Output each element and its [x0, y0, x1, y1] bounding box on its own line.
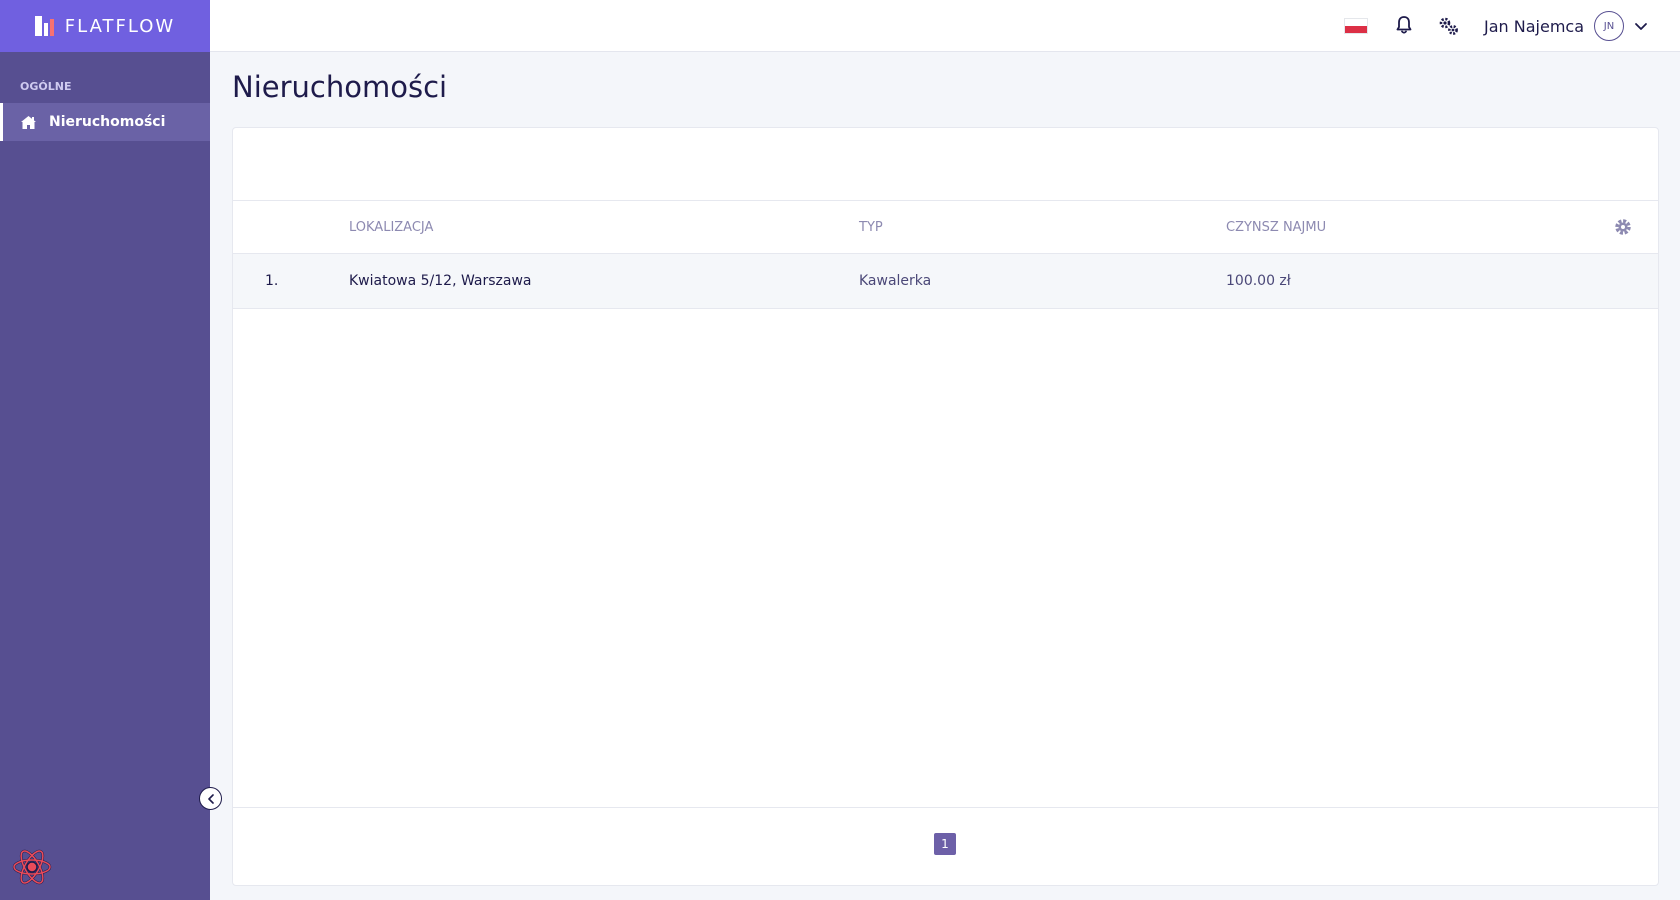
column-header-type[interactable]: TYP [859, 220, 883, 235]
flatflow-logo-icon [34, 16, 55, 36]
avatar: JN [1594, 11, 1624, 41]
home-icon [21, 115, 36, 129]
column-header-rent[interactable]: CZYNSZ NAJMU [1226, 220, 1326, 235]
topbar: Jan Najemca JN [210, 0, 1680, 52]
user-menu[interactable]: Jan Najemca JN [1484, 11, 1648, 41]
bell-icon[interactable] [1393, 14, 1415, 36]
page-title: Nieruchomości [232, 70, 448, 104]
row-index: 1. [265, 273, 279, 289]
table-toolbar [233, 128, 1658, 201]
sidebar-collapse-button[interactable] [199, 787, 222, 810]
table-row[interactable]: 1. Kwiatowa 5/12, Warszawa Kawalerka 100… [233, 254, 1658, 309]
user-name: Jan Najemca [1484, 16, 1584, 36]
chevron-left-icon [207, 793, 214, 804]
sidebar-item-nieruchomosci[interactable]: Nieruchomości [0, 103, 210, 141]
table-header: LOKALIZACJA TYP CZYNSZ NAJMU [233, 201, 1658, 254]
pagination-footer: 1 [233, 807, 1658, 885]
sidebar: FLATFLOW OGÓLNE Nieruchomości [0, 0, 210, 900]
pagination-page-button[interactable]: 1 [934, 833, 956, 855]
row-rent: 100.00 zł [1226, 273, 1291, 289]
row-location: Kwiatowa 5/12, Warszawa [349, 273, 532, 289]
row-type: Kawalerka [859, 273, 932, 289]
properties-table-card: LOKALIZACJA TYP CZYNSZ NAJMU 1. Kwiatowa… [232, 127, 1659, 886]
brand-name: FLATFLOW [64, 15, 176, 37]
settings-gears-icon[interactable] [1437, 14, 1461, 38]
react-devtools-icon[interactable] [12, 848, 52, 886]
poland-flag-icon[interactable] [1344, 18, 1368, 34]
sidebar-item-label: Nieruchomości [49, 114, 166, 130]
brand-header[interactable]: FLATFLOW [0, 0, 210, 52]
chevron-down-icon [1635, 23, 1647, 30]
table-settings-gear-icon[interactable] [1613, 217, 1633, 237]
sidebar-section-label: OGÓLNE [20, 80, 72, 93]
column-header-location[interactable]: LOKALIZACJA [349, 220, 433, 235]
